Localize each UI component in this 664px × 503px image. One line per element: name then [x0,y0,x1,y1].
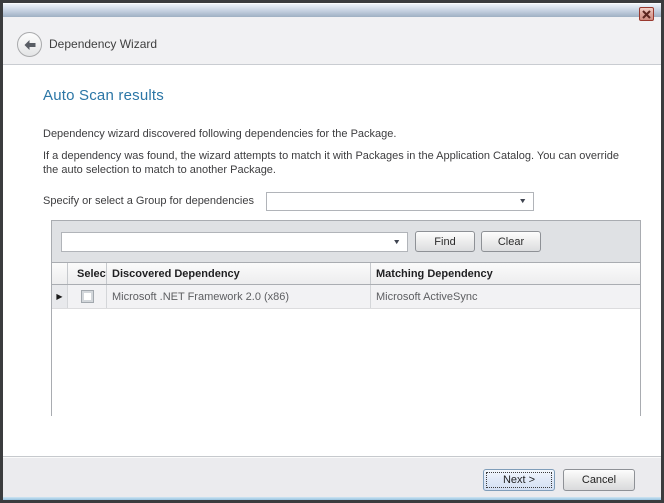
matching-dependency-cell[interactable]: Microsoft ActiveSync [371,285,640,308]
chevron-down-icon[interactable]: ▼ [518,198,534,205]
row-checkbox[interactable] [81,290,94,303]
bottom-accent-strip [3,497,661,503]
current-row-indicator-icon: ▶ [56,293,62,301]
close-button[interactable] [639,7,654,21]
find-button[interactable]: Find [415,231,475,252]
titlebar [3,3,661,17]
page-title: Auto Scan results [43,87,164,104]
next-button[interactable]: Next > [483,469,555,491]
close-icon [642,10,651,19]
column-header-discovered-dependency[interactable]: Discovered Dependency [107,263,371,284]
row-selector-cell[interactable]: ▶ [52,285,68,308]
group-combobox[interactable]: ▼ [266,192,534,211]
table-row[interactable]: ▶ Microsoft .NET Framework 2.0 (x86) Mic… [52,285,640,309]
discovered-dependency-cell[interactable]: Microsoft .NET Framework 2.0 (x86) [107,285,371,308]
select-cell [68,285,107,308]
dependencies-table: Select Discovered Dependency Matching De… [52,262,640,416]
find-bar: ▼ Find Clear [52,221,640,262]
cancel-button[interactable]: Cancel [563,469,635,491]
wizard-content: Auto Scan results Dependency wizard disc… [3,65,661,456]
dependencies-panel: ▼ Find Clear Select Discovered Dependenc… [51,220,641,416]
group-selection-row: Specify or select a Group for dependenci… [43,192,638,212]
group-label: Specify or select a Group for dependenci… [43,195,254,207]
row-selector-header-cell [52,263,68,284]
wizard-title: Dependency Wizard [49,37,157,51]
find-combobox[interactable]: ▼ [61,232,408,252]
back-button[interactable] [17,32,42,57]
wizard-header: Dependency Wizard [3,17,661,65]
dependency-wizard-window: Dependency Wizard Auto Scan results Depe… [0,0,664,503]
wizard-footer: Next > Cancel [3,456,661,497]
description-line-2: If a dependency was found, the wizard at… [43,149,635,177]
chevron-down-icon[interactable]: ▼ [392,239,408,246]
clear-button[interactable]: Clear [481,231,541,252]
column-header-select[interactable]: Select [68,263,107,284]
back-arrow-icon [23,39,37,51]
description-line-1: Dependency wizard discovered following d… [43,127,638,141]
table-header-row: Select Discovered Dependency Matching De… [52,263,640,285]
column-header-matching-dependency[interactable]: Matching Dependency [371,263,640,284]
